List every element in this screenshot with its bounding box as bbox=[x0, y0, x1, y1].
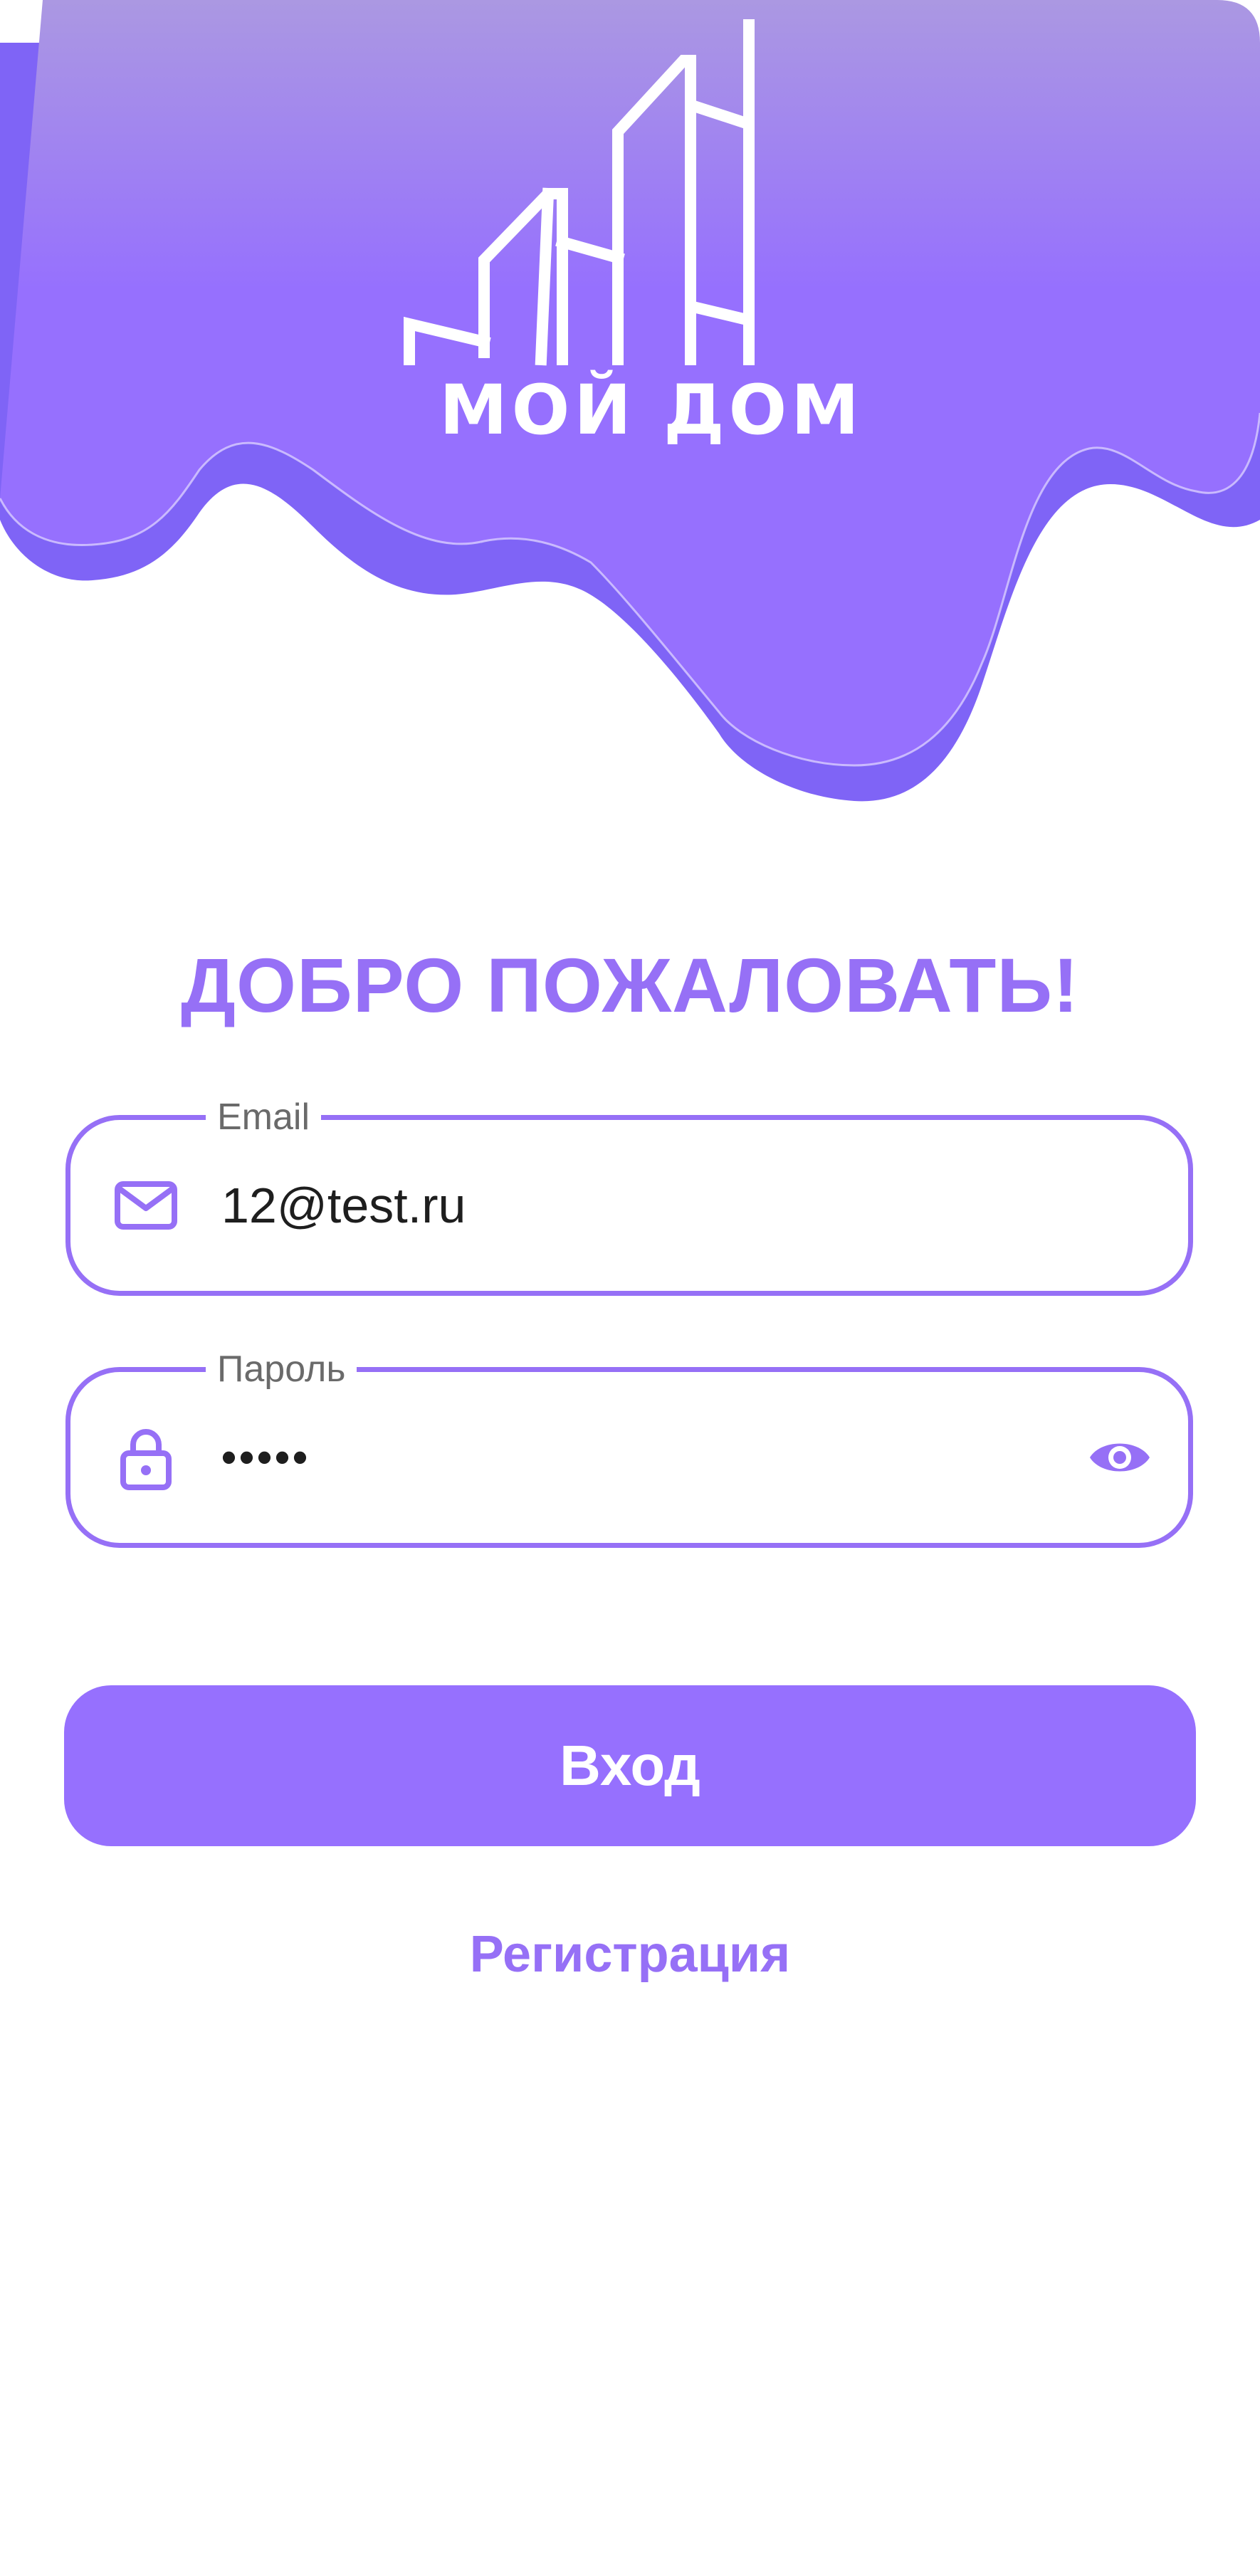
email-field-label: Email bbox=[206, 1096, 322, 1138]
password-field[interactable]: Пароль ••••• bbox=[65, 1348, 1193, 1548]
register-link[interactable]: Регистрация bbox=[0, 1922, 1260, 1986]
lock-icon bbox=[112, 1423, 180, 1492]
login-button[interactable]: Вход bbox=[64, 1685, 1196, 1846]
email-field[interactable]: Email bbox=[65, 1096, 1193, 1296]
mail-icon bbox=[112, 1171, 180, 1240]
header-banner: МОЙ ДОМ bbox=[0, 0, 1260, 812]
welcome-title: ДОБРО ПОЖАЛОВАТЬ! bbox=[181, 942, 1079, 1028]
email-input[interactable] bbox=[221, 1171, 1088, 1240]
eye-icon[interactable] bbox=[1087, 1425, 1153, 1490]
logo-text: МОЙ ДОМ bbox=[439, 370, 863, 450]
password-field-label: Пароль bbox=[206, 1348, 357, 1391]
password-input[interactable]: ••••• bbox=[221, 1423, 1088, 1492]
